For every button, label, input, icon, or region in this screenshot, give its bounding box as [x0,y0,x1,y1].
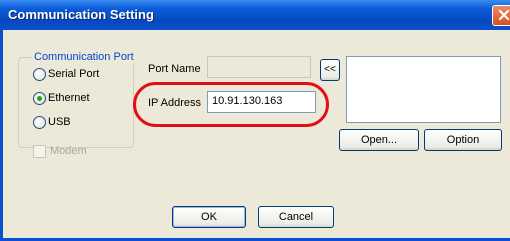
close-button[interactable] [492,5,510,26]
usb-label[interactable]: USB [48,116,71,128]
window-frame-left [0,30,3,241]
dialog-title: Communication Setting [8,7,154,22]
communication-port-legend: Communication Port [32,51,136,63]
ok-button[interactable]: OK [172,206,246,228]
serial-port-label[interactable]: Serial Port [48,68,99,80]
port-name-field [207,56,311,78]
port-name-label: Port Name [148,63,201,75]
modem-checkbox[interactable] [33,145,46,158]
ethernet-radio[interactable] [33,92,46,105]
radio-selected-dot [37,96,42,101]
option-button[interactable]: Option [424,129,502,151]
cancel-button[interactable]: Cancel [258,206,334,228]
port-list-box[interactable] [346,56,501,123]
title-bar[interactable]: Communication Setting [0,0,510,30]
collapse-button[interactable]: << [320,59,340,81]
serial-port-radio[interactable] [33,68,46,81]
communication-setting-dialog: Communication Setting Communication Port… [0,0,510,241]
open-button[interactable]: Open... [339,129,419,151]
usb-radio[interactable] [33,116,46,129]
ethernet-label[interactable]: Ethernet [48,92,90,104]
modem-label: Modem [50,145,87,157]
highlight-annotation [133,82,329,127]
close-icon [498,9,510,21]
